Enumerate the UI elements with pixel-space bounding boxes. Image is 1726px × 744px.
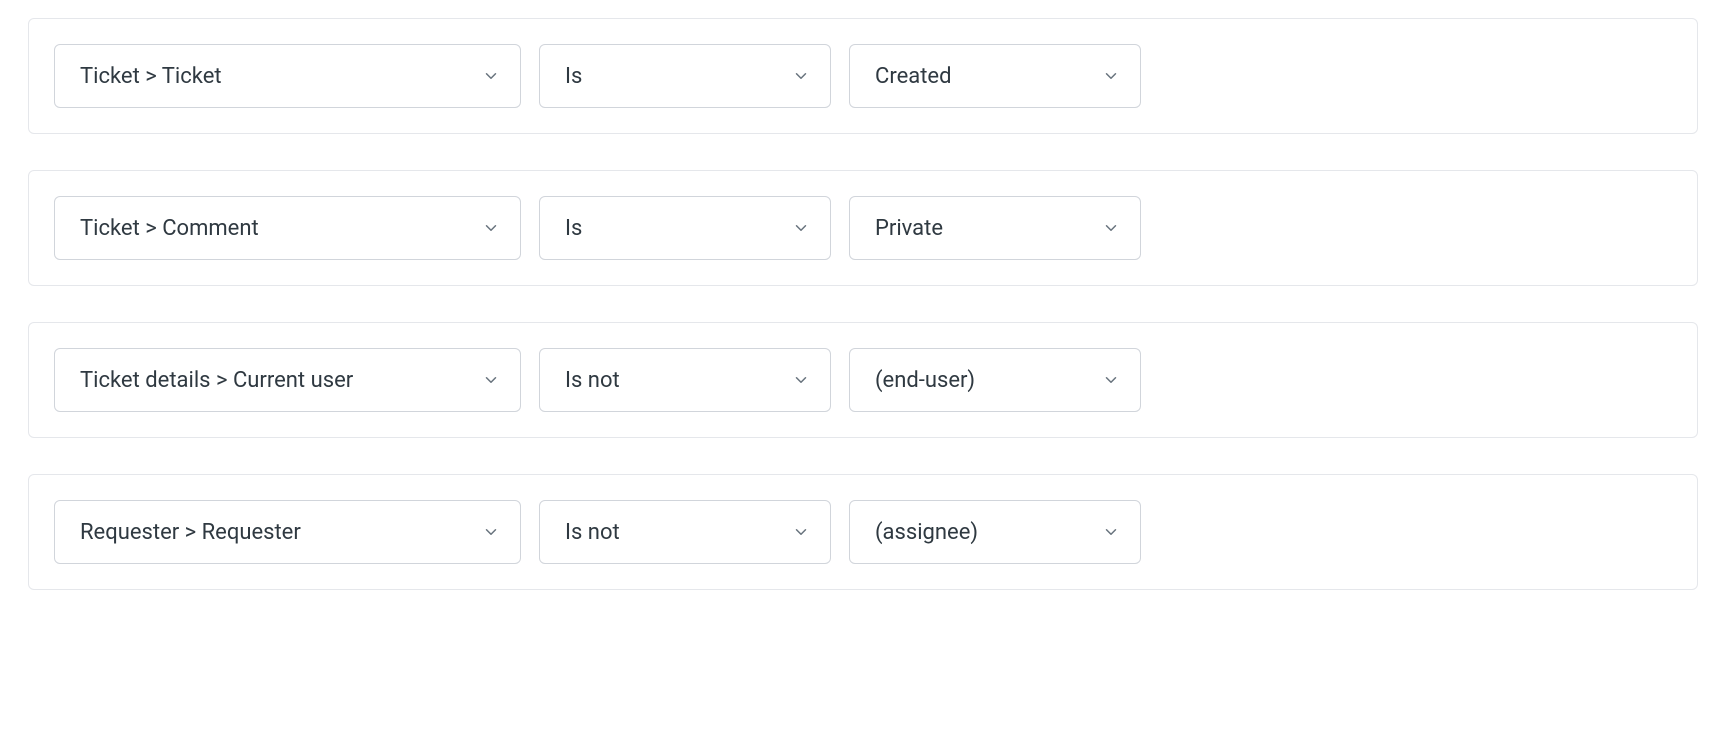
field-dropdown[interactable]: Ticket > Comment: [54, 196, 521, 260]
field-label: Ticket > Comment: [80, 216, 259, 241]
value-dropdown[interactable]: (assignee): [849, 500, 1141, 564]
field-dropdown[interactable]: Requester > Requester: [54, 500, 521, 564]
chevron-down-icon: [1102, 371, 1120, 389]
value-label: Private: [875, 216, 943, 241]
value-label: (assignee): [875, 520, 978, 545]
operator-dropdown[interactable]: Is: [539, 44, 831, 108]
chevron-down-icon: [792, 67, 810, 85]
operator-dropdown[interactable]: Is: [539, 196, 831, 260]
chevron-down-icon: [482, 371, 500, 389]
condition-row: Ticket > Comment Is Private: [28, 170, 1698, 286]
field-dropdown[interactable]: Ticket details > Current user: [54, 348, 521, 412]
chevron-down-icon: [482, 219, 500, 237]
value-label: Created: [875, 64, 951, 89]
chevron-down-icon: [792, 523, 810, 541]
operator-label: Is not: [565, 520, 620, 545]
chevron-down-icon: [482, 67, 500, 85]
condition-row: Requester > Requester Is not (assignee): [28, 474, 1698, 590]
chevron-down-icon: [1102, 219, 1120, 237]
value-dropdown[interactable]: (end-user): [849, 348, 1141, 412]
value-dropdown[interactable]: Created: [849, 44, 1141, 108]
chevron-down-icon: [792, 371, 810, 389]
value-dropdown[interactable]: Private: [849, 196, 1141, 260]
condition-row: Ticket > Ticket Is Created: [28, 18, 1698, 134]
operator-label: Is: [565, 64, 582, 89]
chevron-down-icon: [1102, 523, 1120, 541]
operator-dropdown[interactable]: Is not: [539, 348, 831, 412]
operator-label: Is not: [565, 368, 620, 393]
condition-row: Ticket details > Current user Is not (en…: [28, 322, 1698, 438]
field-label: Requester > Requester: [80, 520, 301, 545]
operator-label: Is: [565, 216, 582, 241]
chevron-down-icon: [792, 219, 810, 237]
field-label: Ticket details > Current user: [80, 368, 353, 393]
field-dropdown[interactable]: Ticket > Ticket: [54, 44, 521, 108]
operator-dropdown[interactable]: Is not: [539, 500, 831, 564]
value-label: (end-user): [875, 368, 975, 393]
field-label: Ticket > Ticket: [80, 64, 222, 89]
chevron-down-icon: [482, 523, 500, 541]
chevron-down-icon: [1102, 67, 1120, 85]
